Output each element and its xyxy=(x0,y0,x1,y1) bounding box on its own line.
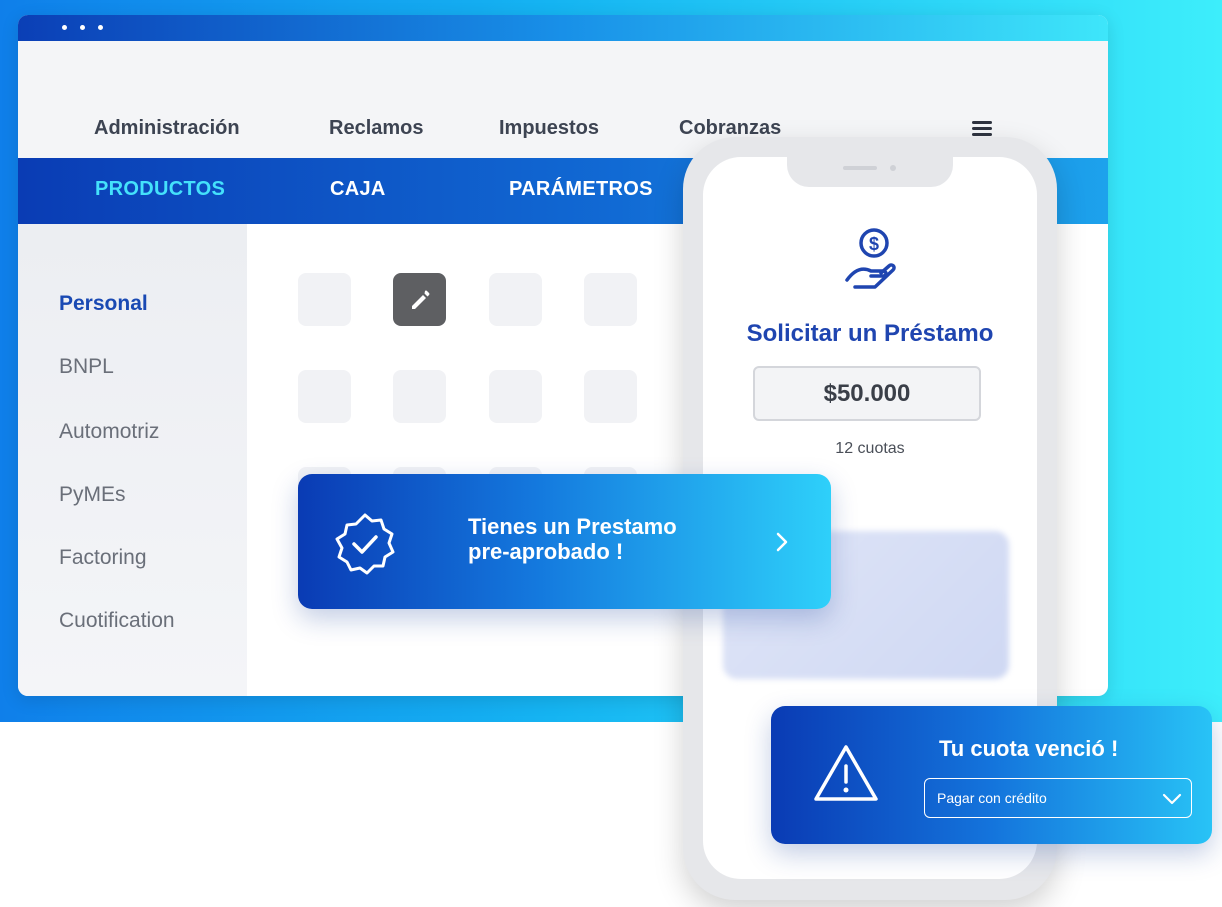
warning-icon xyxy=(814,745,878,801)
sidebar: Personal BNPL Automotriz PyMEs Factoring… xyxy=(18,224,247,696)
chevron-down-icon xyxy=(1162,793,1182,805)
tab-caja[interactable]: CAJA xyxy=(330,178,386,201)
sidebar-item-factoring[interactable]: Factoring xyxy=(59,546,147,570)
verified-badge-icon xyxy=(335,513,395,575)
preapproved-text: Tienes un Prestamo pre-aprobado ! xyxy=(468,514,677,564)
window-titlebar xyxy=(18,15,1108,41)
sidebar-item-automotriz[interactable]: Automotriz xyxy=(59,420,159,444)
hamburger-icon[interactable] xyxy=(972,121,992,136)
chevron-right-icon[interactable] xyxy=(772,530,792,554)
loan-request-title: Solicitar un Préstamo xyxy=(746,320,994,347)
grid-cell[interactable] xyxy=(489,273,542,326)
grid-cell[interactable] xyxy=(298,370,351,423)
overdue-installment-banner: Tu cuota venció ! Pagar con crédito xyxy=(771,706,1212,844)
nav-item-reclamos[interactable]: Reclamos xyxy=(329,117,424,140)
amount-field[interactable]: $50.000 xyxy=(753,366,981,421)
sidebar-item-personal[interactable]: Personal xyxy=(59,292,148,316)
window-dot xyxy=(98,25,103,30)
tab-parametros[interactable]: PARÁMETROS xyxy=(509,178,653,201)
tab-productos[interactable]: PRODUCTOS xyxy=(95,178,225,201)
phone-notch xyxy=(787,157,953,187)
installments-label: 12 cuotas xyxy=(835,440,905,457)
preapproved-line-2: pre-aprobado ! xyxy=(468,539,624,564)
sidebar-item-cuotification[interactable]: Cuotification xyxy=(59,609,175,633)
window-dot xyxy=(62,25,67,30)
svg-text:$: $ xyxy=(869,234,879,254)
payment-method-value: Pagar con crédito xyxy=(937,790,1047,806)
grid-cell[interactable] xyxy=(298,273,351,326)
grid-cell[interactable] xyxy=(584,273,637,326)
window-dot xyxy=(80,25,85,30)
preapproved-line-1: Tienes un Prestamo xyxy=(468,514,677,539)
camera xyxy=(890,165,896,171)
grid-cell[interactable] xyxy=(489,370,542,423)
grid-cell[interactable] xyxy=(393,370,446,423)
edit-button[interactable] xyxy=(393,273,446,326)
payment-method-select[interactable]: Pagar con crédito xyxy=(924,778,1192,818)
nav-item-administracion[interactable]: Administración xyxy=(94,117,240,140)
overdue-title: Tu cuota venció ! xyxy=(939,736,1119,761)
hand-coin-icon: $ xyxy=(845,228,896,289)
preapproved-loan-banner[interactable]: Tienes un Prestamo pre-aprobado ! xyxy=(298,474,831,609)
sidebar-item-pymes[interactable]: PyMEs xyxy=(59,483,126,507)
nav-item-impuestos[interactable]: Impuestos xyxy=(499,117,599,140)
grid-cell[interactable] xyxy=(584,370,637,423)
sidebar-item-bnpl[interactable]: BNPL xyxy=(59,355,114,379)
speaker xyxy=(843,166,877,170)
pencil-icon xyxy=(412,290,430,309)
